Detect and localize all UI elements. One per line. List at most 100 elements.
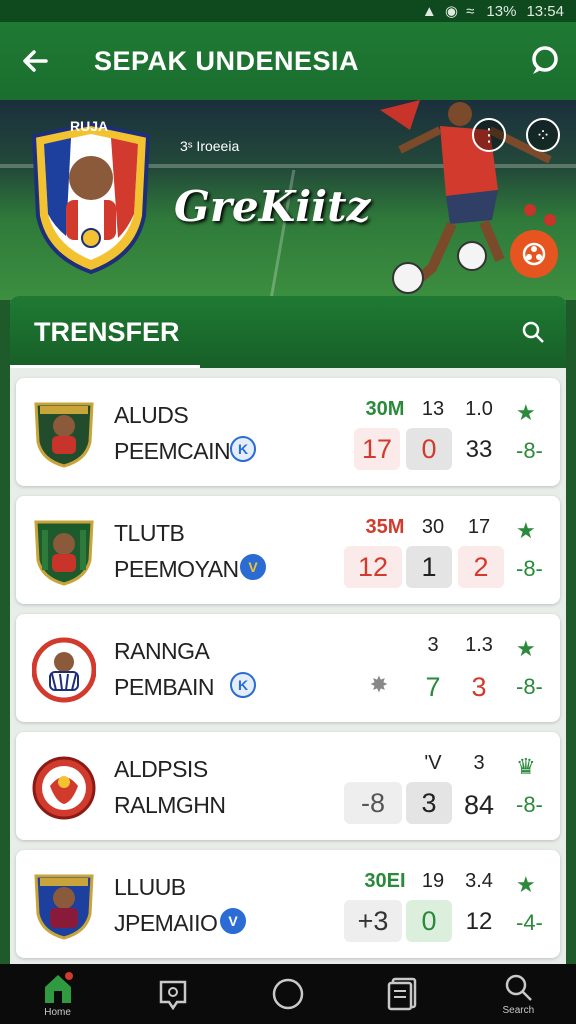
player-role: RALMGHN	[114, 792, 226, 818]
signal-icons: ▲ ◉ ≈	[421, 3, 477, 20]
transfer-row[interactable]: TLUTB PEEMOYAN V 35M 30 17 12 1 2 ★ -8-	[16, 496, 560, 604]
arrow-left-icon	[23, 50, 48, 72]
hero-title: GreKiitz	[174, 182, 371, 231]
share-icon: ⁘	[535, 124, 551, 145]
player-role: JPEMAIIO	[114, 910, 218, 936]
star-icon[interactable]: ★	[516, 636, 536, 662]
stat-top-2: 'V	[424, 752, 442, 774]
stat-bottom-3: 3	[471, 672, 487, 702]
stat-box-2: 0	[406, 900, 452, 942]
transfer-fee: 35M	[365, 516, 405, 538]
club-crest-icon	[34, 874, 94, 940]
stat-top-2: 13	[421, 398, 445, 420]
action-button[interactable]	[510, 230, 558, 278]
transfer-fee: 30M	[365, 398, 405, 420]
stat-top-3: 17	[467, 516, 491, 538]
transfer-row[interactable]: RANNGA PEMBAIN K 3 1.3 ✸ 7 3 ★ -8-	[16, 614, 560, 722]
club-name: RANNGA	[114, 638, 210, 664]
home-icon	[44, 971, 73, 1003]
transfer-row[interactable]: LLUUB JPEMAIIO V 30EI 19 3.4 +3 0 12 ★ -…	[16, 850, 560, 958]
trend-indicator: -8-	[516, 556, 543, 581]
search-icon	[506, 974, 533, 1001]
star-icon[interactable]: ★	[516, 872, 536, 898]
nav-label: Home	[44, 1006, 71, 1018]
club-name: TLUTB	[114, 520, 185, 546]
stat-box-1: 17	[354, 428, 400, 470]
clock: 13:54	[526, 2, 564, 20]
stat-box-2: 1	[406, 546, 452, 588]
transfer-fee: 30EI	[364, 870, 406, 892]
nav-center[interactable]	[253, 964, 323, 1024]
nav-label: Search	[502, 1004, 535, 1016]
stat-top-3: 3	[473, 752, 485, 774]
position-badge: K	[230, 436, 256, 462]
trend-indicator: -4-	[516, 910, 543, 935]
stat-bottom-2: 7	[425, 672, 441, 702]
stat-top-2: 30	[421, 516, 445, 538]
position-badge: V	[220, 908, 246, 934]
club-crest-icon	[32, 756, 96, 820]
club-crest-icon	[34, 402, 94, 468]
loading-icon: ✸	[369, 672, 389, 697]
nav-search[interactable]: Search	[483, 964, 553, 1024]
stat-bottom-3: 84	[463, 790, 495, 820]
player-role: PEEMCAIN	[114, 438, 231, 464]
stat-box-2: 0	[406, 428, 452, 470]
stat-top-3: 1.0	[465, 398, 493, 420]
hero-subtitle: 3ˢ Iroeeia	[180, 138, 240, 154]
nav-documents[interactable]	[368, 964, 438, 1024]
stat-top-3: 1.3	[465, 634, 493, 656]
stat-bottom-3: 33	[465, 436, 493, 463]
player-role: PEEMOYAN	[114, 556, 239, 582]
stat-box-1: +3	[344, 900, 402, 942]
stat-box-1: -8	[344, 782, 402, 824]
club-name: ALUDS	[114, 402, 189, 428]
bottom-nav: Home Search	[0, 964, 576, 1024]
app-title: SEPAK UNDENESIA	[94, 45, 360, 76]
team-shield-icon	[31, 121, 151, 275]
badge-label: RUJA	[70, 118, 109, 134]
stat-bottom-3: 12	[465, 908, 493, 935]
club-crest-icon	[32, 637, 96, 703]
position-badge: V	[240, 554, 266, 580]
player-role: PEMBAIN	[114, 674, 215, 700]
more-options-button[interactable]: ⋮	[472, 118, 506, 152]
share-button[interactable]: ⁘	[526, 118, 560, 152]
trend-indicator: -8-	[516, 792, 543, 817]
crown-icon[interactable]: ♛	[516, 754, 536, 780]
trend-indicator: -8-	[516, 438, 543, 463]
tab-indicator	[10, 365, 200, 368]
app-bar: SEPAK UNDENESIA	[0, 22, 576, 100]
club-crest-icon	[34, 520, 94, 586]
panel-title[interactable]: TRENSFER	[34, 317, 180, 348]
transfer-panel: TRENSFER ALUDS PEEMCAIN K 30M 13 1.0 17 …	[10, 296, 566, 966]
transfer-row[interactable]: ALDPSIS RALMGHN 'V 3 -8 3 84 ♛ -8-	[16, 732, 560, 840]
stat-top-2: 19	[421, 870, 445, 892]
stat-box-2: 3	[406, 782, 452, 824]
stat-box-3: 2	[458, 546, 504, 588]
back-button[interactable]	[0, 22, 70, 100]
circle-home-icon	[272, 978, 304, 1010]
news-icon	[159, 980, 187, 1010]
ball-icon	[522, 242, 546, 266]
club-name: LLUUB	[114, 874, 186, 900]
transfer-row[interactable]: ALUDS PEEMCAIN K 30M 13 1.0 17 0 33 ★ -8…	[16, 378, 560, 486]
status-bar: ▲ ◉ ≈ 13% 13:54	[0, 0, 576, 22]
position-badge: K	[230, 672, 256, 698]
club-name: ALDPSIS	[114, 756, 208, 782]
nav-home[interactable]: Home	[23, 964, 93, 1024]
star-icon[interactable]: ★	[516, 400, 536, 426]
panel-header: TRENSFER	[10, 296, 566, 368]
more-vertical-icon: ⋮	[480, 124, 498, 145]
search-icon[interactable]	[520, 319, 546, 345]
trend-indicator: -8-	[516, 674, 543, 699]
star-icon[interactable]: ★	[516, 518, 536, 544]
stat-top-3: 3.4	[465, 870, 493, 892]
hero-banner: RUJA 3ˢ Iroeeia GreKiitz ⋮ ⁘	[0, 100, 576, 300]
chat-bubble-icon	[532, 46, 558, 74]
stat-top-2: 3	[427, 634, 439, 656]
chat-button[interactable]	[512, 22, 576, 100]
document-icon	[387, 977, 417, 1011]
nav-news[interactable]	[138, 964, 208, 1024]
stat-box-1: 12	[344, 546, 402, 588]
